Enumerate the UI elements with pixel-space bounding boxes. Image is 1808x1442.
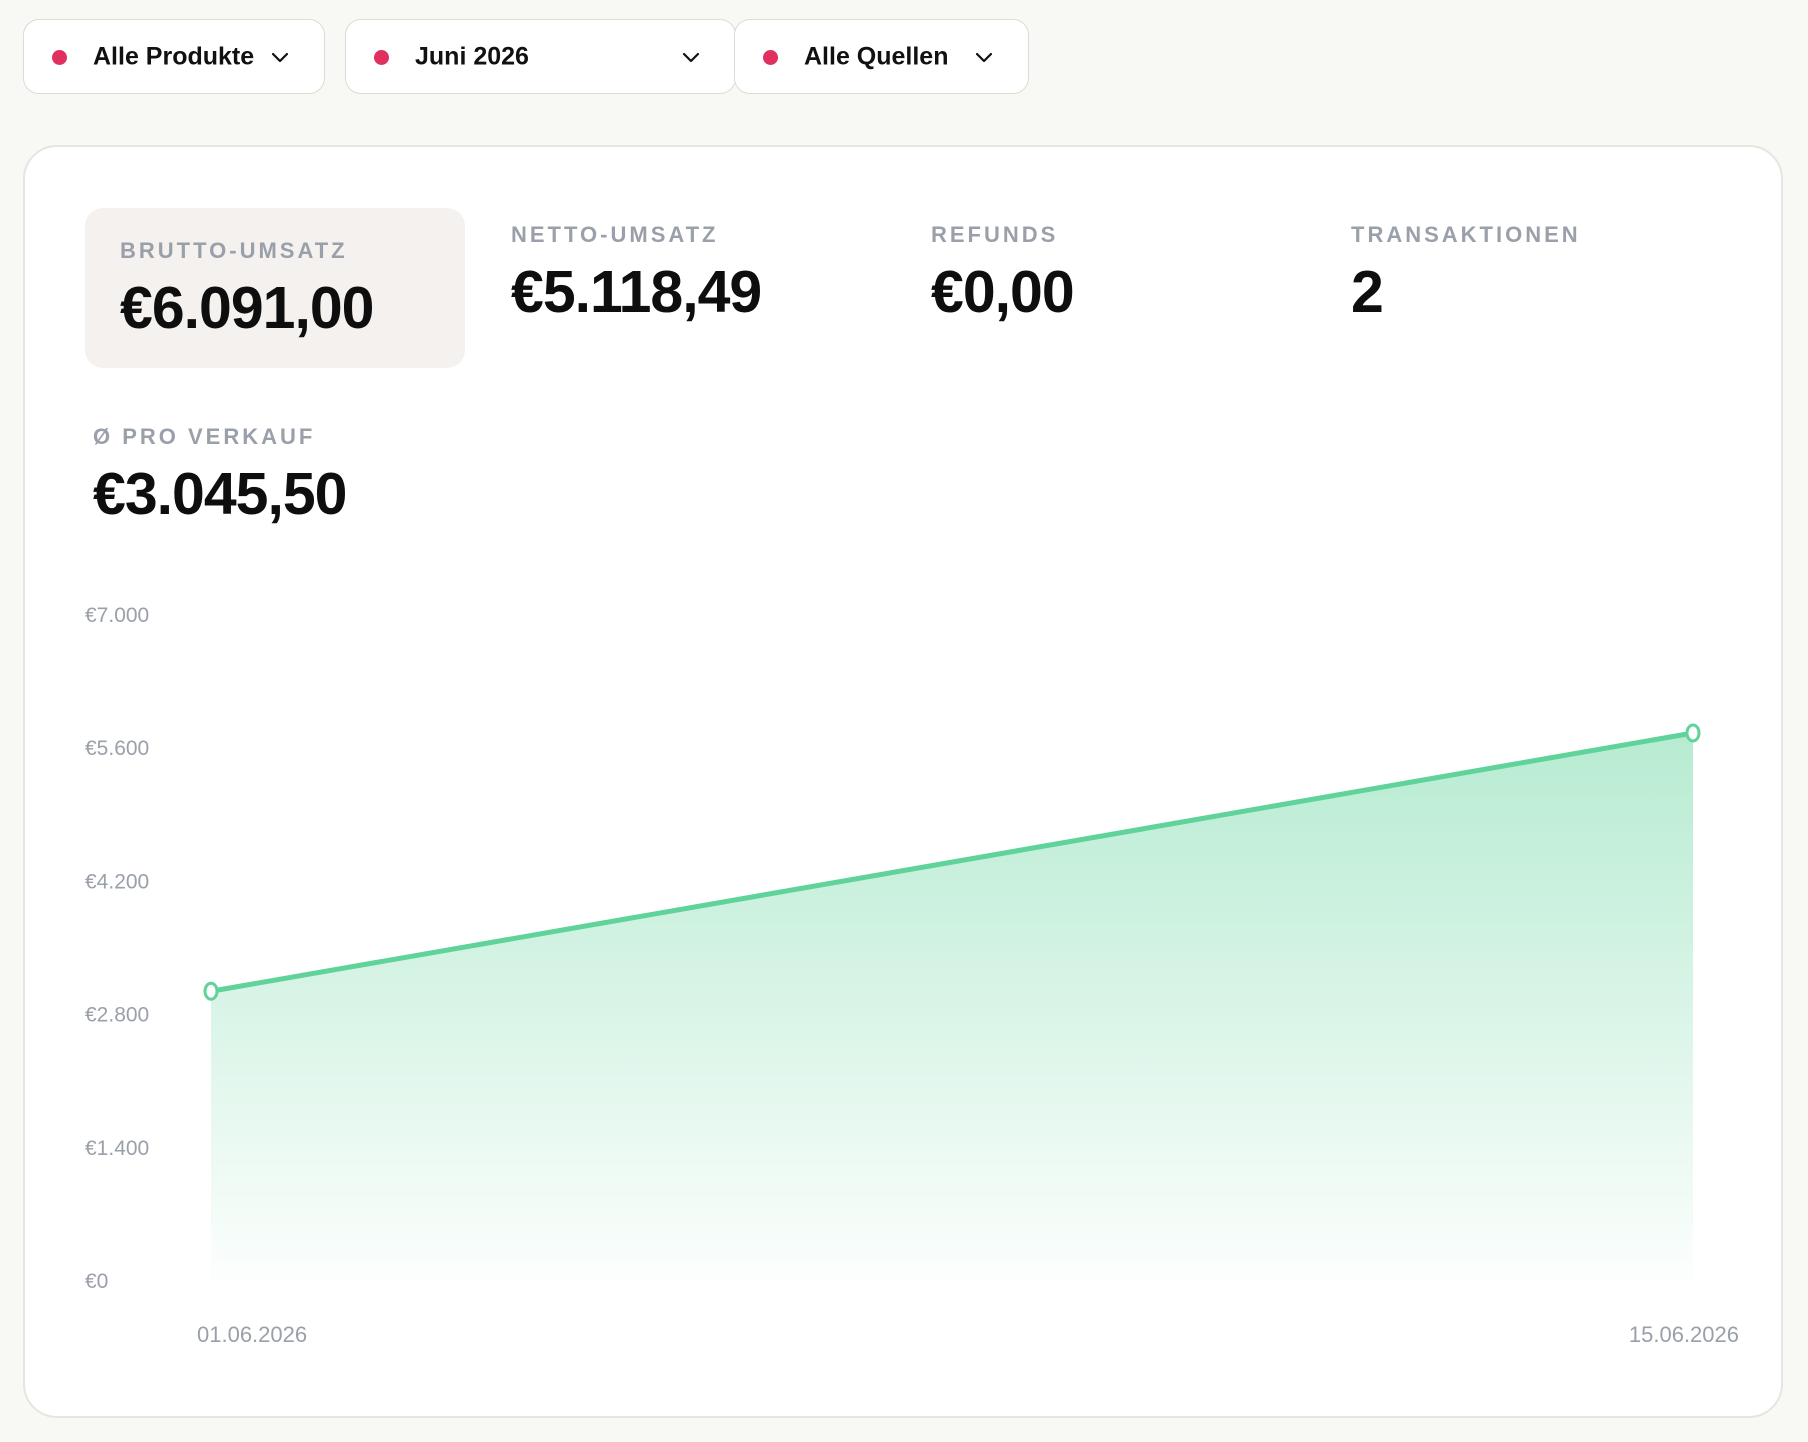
y-axis-tick-label: €4.200 bbox=[85, 870, 149, 893]
chart-area-fill bbox=[211, 732, 1693, 1281]
y-axis-tick-label: €7.000 bbox=[85, 604, 149, 627]
filter-products-dropdown[interactable]: Alle Produkte bbox=[23, 19, 325, 94]
chevron-down-icon bbox=[682, 52, 700, 62]
chart-data-point[interactable] bbox=[203, 981, 219, 1001]
y-axis-tick-label: €2.800 bbox=[85, 1004, 149, 1027]
filter-status-dot bbox=[374, 49, 389, 65]
filter-sources-label: Alle Quellen bbox=[804, 42, 949, 70]
y-axis-tick-label: €5.600 bbox=[85, 737, 149, 760]
chevron-down-icon bbox=[975, 52, 993, 62]
revenue-card: BRUTTO-UMSATZ €6.091,00 NETTO-UMSATZ €5.… bbox=[23, 145, 1783, 1418]
y-axis-tick-label: €1.400 bbox=[85, 1137, 149, 1160]
y-axis-tick-label: €0 bbox=[85, 1270, 108, 1293]
filter-status-dot bbox=[763, 49, 778, 65]
filter-period-label: Juni 2026 bbox=[415, 42, 529, 70]
chart-data-point[interactable] bbox=[1685, 723, 1701, 743]
x-axis-tick-label: 15.06.2026 bbox=[1629, 1322, 1739, 1347]
revenue-area-chart: €7.000 €5.600 €4.200 €2.800 €1.400 €0 01.06.2… bbox=[85, 604, 1739, 1347]
filter-period-dropdown[interactable]: Juni 2026 bbox=[345, 19, 736, 94]
x-axis-tick-label: 01.06.2026 bbox=[197, 1322, 307, 1347]
filter-products-label: Alle Produkte bbox=[93, 42, 255, 70]
filter-status-dot bbox=[52, 49, 67, 65]
chevron-down-icon bbox=[271, 52, 289, 62]
filter-sources-dropdown[interactable]: Alle Quellen bbox=[734, 19, 1029, 94]
